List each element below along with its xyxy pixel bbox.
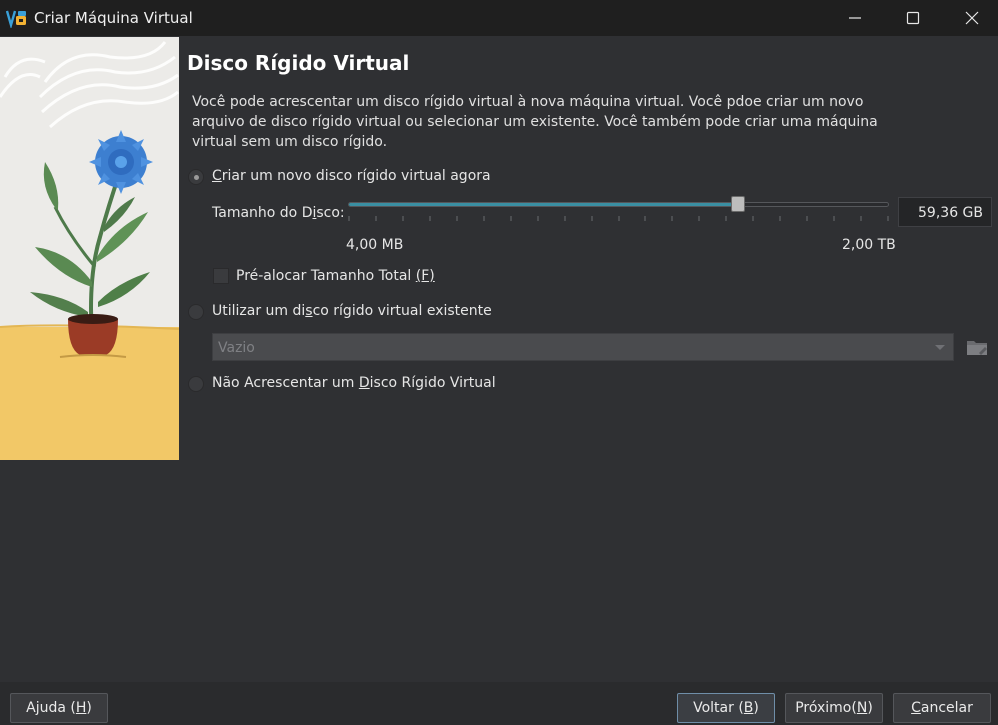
label-text: Não Acrescentar um	[212, 375, 359, 391]
mnemonic: C	[911, 700, 921, 716]
label-text: Tamanho do D	[212, 205, 313, 221]
mnemonic: s	[305, 303, 313, 319]
virtualbox-icon	[6, 10, 26, 28]
cancel-button[interactable]: Cancelar	[893, 693, 991, 723]
mnemonic: B	[743, 700, 754, 716]
button-text: Voltar (	[693, 700, 744, 716]
button-text: Próximo(	[795, 700, 857, 716]
radio-create-new-disk[interactable]	[188, 169, 204, 185]
label-text: Utilizar um di	[212, 303, 306, 319]
button-text: ancelar	[920, 700, 973, 716]
button-text: Ajuda (	[26, 700, 76, 716]
back-button[interactable]: Voltar (B)	[677, 693, 775, 723]
button-text: )	[86, 700, 92, 716]
chevron-down-icon	[935, 345, 945, 350]
button-text: )	[867, 700, 873, 716]
label-text: sco:	[316, 205, 345, 221]
no-disk-label[interactable]: Não Acrescentar um Disco Rígido Virtual	[212, 375, 496, 391]
wizard-illustration	[0, 37, 179, 460]
slider-max-label: 2,00 TB	[842, 237, 896, 253]
use-existing-disk-label[interactable]: Utilizar um disco rígido virtual existen…	[212, 303, 492, 319]
button-text: )	[753, 700, 759, 716]
minimize-icon	[849, 17, 861, 19]
close-button[interactable]	[950, 0, 994, 36]
disk-size-label: Tamanho do Disco:	[212, 205, 345, 221]
label-text: isco Rígido Virtual	[369, 375, 496, 391]
existing-disk-value: Vazio	[218, 340, 255, 356]
close-icon	[965, 11, 979, 25]
mnemonic: C	[212, 168, 222, 184]
preallocate-label[interactable]: Pré-alocar Tamanho Total (F)	[236, 268, 435, 284]
next-button[interactable]: Próximo(N)	[785, 693, 883, 723]
existing-disk-select[interactable]: Vazio	[212, 333, 954, 361]
minimize-button[interactable]	[833, 0, 877, 36]
slider-min-label: 4,00 MB	[346, 237, 404, 253]
radio-no-disk[interactable]	[188, 376, 204, 392]
help-button[interactable]: Ajuda (H)	[10, 693, 108, 723]
mnemonic: N	[856, 700, 868, 716]
flower-pot-illustration	[0, 37, 179, 460]
create-new-disk-label[interactable]: Criar um novo disco rígido virtual agora	[212, 168, 491, 184]
maximize-icon	[906, 11, 920, 25]
mnemonic: D	[358, 375, 370, 391]
slider-ticks	[348, 216, 889, 221]
page-title: Disco Rígido Virtual	[187, 51, 410, 75]
radio-use-existing-disk[interactable]	[188, 304, 204, 320]
folder-icon[interactable]	[965, 336, 989, 358]
mnemonic: (F)	[415, 268, 435, 284]
disk-size-slider-fill	[349, 203, 738, 206]
label-text: riar um novo disco rígido virtual agora	[221, 168, 491, 184]
title-bar: Criar Máquina Virtual	[0, 0, 998, 36]
maximize-button[interactable]	[891, 0, 935, 36]
mnemonic: H	[75, 700, 87, 716]
window-title: Criar Máquina Virtual	[34, 9, 193, 27]
disk-size-slider-handle[interactable]	[730, 196, 745, 212]
disk-size-input[interactable]: 59,36 GB	[898, 197, 992, 227]
page-description: Você pode acrescentar um disco rígido vi…	[192, 94, 878, 150]
label-text: Pré-alocar Tamanho Total	[236, 268, 416, 284]
preallocate-checkbox[interactable]	[213, 268, 229, 284]
label-text: co rígido virtual existente	[312, 303, 492, 319]
disk-size-slider-track[interactable]	[348, 202, 889, 207]
